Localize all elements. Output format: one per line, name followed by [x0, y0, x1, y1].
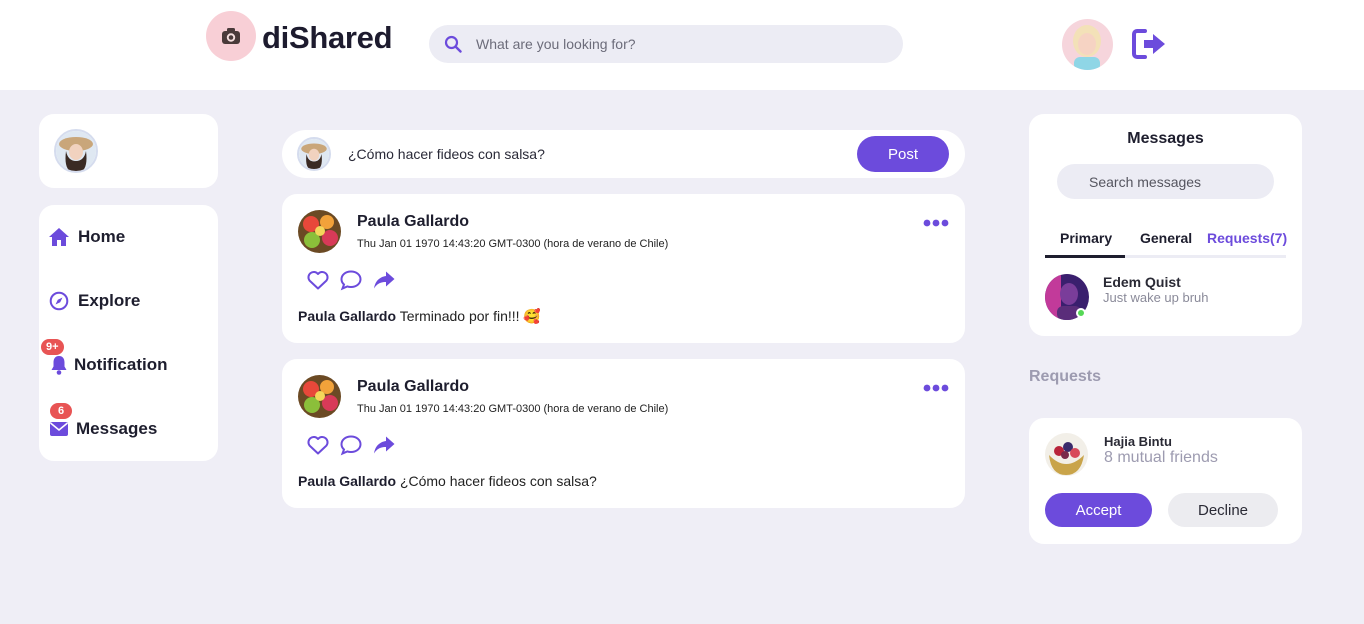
messages-badge: 6 [50, 403, 72, 419]
caption-author[interactable]: Paula Gallardo [298, 308, 396, 324]
global-search [429, 25, 903, 63]
messages-title: Messages [1127, 130, 1204, 147]
accept-button[interactable]: Accept [1045, 493, 1152, 527]
chat-item[interactable]: Edem Quist Just wake up bruh [1045, 274, 1285, 322]
post-caption: Paula Gallardo Terminado por fin!!! 🥰 [298, 308, 541, 325]
profile-card [39, 114, 218, 188]
more-options-icon[interactable] [923, 218, 949, 228]
search-icon [444, 35, 462, 53]
post-author-name[interactable]: Paula Gallardo [357, 213, 469, 231]
composer-input[interactable]: ¿Cómo hacer fideos con salsa? [348, 146, 545, 162]
sidebar-item-explore[interactable]: Explore [48, 286, 140, 316]
request-name: Hajia Bintu [1104, 434, 1172, 449]
chat-preview: Just wake up bruh [1103, 290, 1209, 305]
tab-general[interactable]: General [1140, 230, 1192, 246]
sidebar-item-home[interactable]: Home [48, 222, 125, 252]
request-mutual-friends: 8 mutual friends [1104, 449, 1218, 466]
user-avatar[interactable] [1062, 19, 1113, 70]
post-caption: Paula Gallardo ¿Cómo hacer fideos con sa… [298, 473, 597, 489]
post-author-avatar[interactable] [298, 375, 341, 418]
post-button[interactable]: Post [857, 136, 949, 172]
caption-author[interactable]: Paula Gallardo [298, 473, 396, 489]
requests-heading: Requests [1029, 368, 1102, 385]
composer-avatar [297, 137, 331, 171]
compass-icon [48, 290, 70, 312]
comment-icon[interactable] [339, 433, 363, 457]
messages-panel: Messages Primary General Requests(7) Ede… [1029, 114, 1302, 336]
request-avatar [1045, 433, 1088, 476]
heart-icon[interactable] [306, 268, 330, 292]
search-input[interactable] [476, 36, 876, 52]
messages-search-input[interactable] [1057, 164, 1274, 199]
active-tab-indicator [1045, 255, 1125, 258]
post-date: Thu Jan 01 1970 14:43:20 GMT-0300 (hora … [357, 403, 669, 415]
heart-icon[interactable] [306, 433, 330, 457]
logout-icon[interactable] [1131, 27, 1167, 61]
post-date: Thu Jan 01 1970 14:43:20 GMT-0300 (hora … [357, 238, 669, 250]
sidebar-item-label: Explore [78, 291, 141, 310]
sidebar-nav: Home Explore Notification 9+ Messages 6 [39, 205, 218, 461]
top-navbar: diShared [0, 0, 1364, 90]
post-actions [306, 433, 396, 457]
tab-primary[interactable]: Primary [1060, 230, 1112, 246]
home-icon [48, 226, 70, 248]
notification-badge: 9+ [41, 339, 64, 355]
share-icon[interactable] [372, 268, 396, 292]
post-author-avatar[interactable] [298, 210, 341, 253]
more-options-icon[interactable] [923, 383, 949, 393]
feed-post: Paula Gallardo Thu Jan 01 1970 14:43:20 … [282, 194, 965, 343]
logo-badge[interactable] [206, 11, 256, 61]
comment-icon[interactable] [339, 268, 363, 292]
envelope-icon [48, 418, 70, 440]
sidebar-item-label: Home [78, 227, 126, 246]
profile-avatar[interactable] [54, 129, 98, 173]
tab-requests[interactable]: Requests(7) [1207, 230, 1287, 246]
post-author-name[interactable]: Paula Gallardo [357, 378, 469, 396]
online-indicator [1076, 308, 1086, 318]
sidebar-item-notification[interactable]: Notification [48, 350, 168, 380]
bell-icon [48, 354, 70, 376]
sidebar-item-label: Notification [74, 355, 168, 374]
feed-post: Paula Gallardo Thu Jan 01 1970 14:43:20 … [282, 359, 965, 508]
brand-name[interactable]: diShared [262, 20, 393, 56]
decline-button[interactable]: Decline [1168, 493, 1278, 527]
caption-text: Terminado por fin!!! 🥰 [399, 308, 541, 324]
chat-name: Edem Quist [1103, 274, 1181, 290]
sidebar-item-label: Messages [76, 419, 158, 438]
share-icon[interactable] [372, 433, 396, 457]
post-composer: ¿Cómo hacer fideos con salsa? Post [282, 130, 965, 178]
caption-text: ¿Cómo hacer fideos con salsa? [399, 473, 597, 489]
friend-request-card: Hajia Bintu 8 mutual friends Accept Decl… [1029, 418, 1302, 544]
post-actions [306, 268, 396, 292]
camera-icon [222, 28, 240, 44]
